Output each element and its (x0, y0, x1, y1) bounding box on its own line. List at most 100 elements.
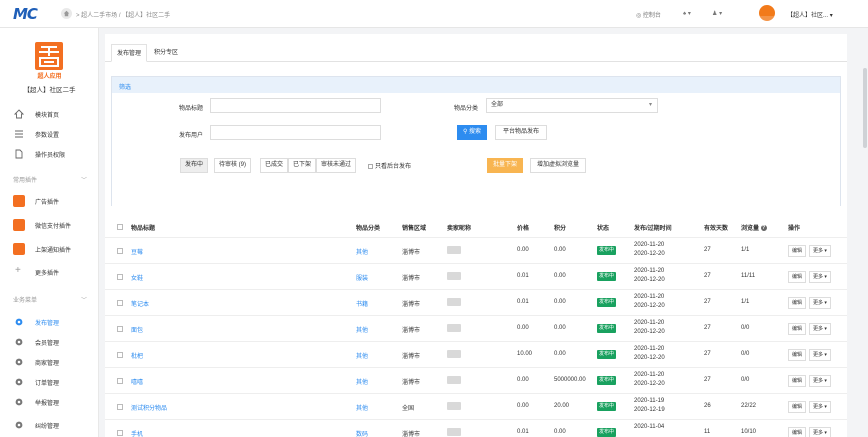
add-virtual-views-button[interactable]: 增加虚拟浏览量 (530, 158, 586, 173)
status-tab-removed[interactable]: 已下架 (288, 158, 317, 173)
status-badge: 发布中 (597, 350, 617, 359)
sidebar-item-notify-plugin[interactable]: 上架通知插件 (0, 239, 99, 259)
user-menu[interactable]: ♟ ▾ (712, 10, 722, 17)
item-title-input[interactable] (210, 98, 381, 113)
notification-menu[interactable]: ♠ ▾ (683, 10, 691, 17)
sidebar-item-wechat-pay-plugin[interactable]: 微信支付插件 (0, 215, 99, 235)
edit-button[interactable]: 编辑 (788, 323, 807, 335)
status-tab-sold[interactable]: 已成交 (260, 158, 289, 173)
cell-title[interactable]: 嘻嘻 (131, 377, 143, 386)
edit-button[interactable]: 编辑 (788, 401, 807, 413)
tab-publish-management[interactable]: 发布管理 (111, 44, 148, 62)
table-row[interactable]: 测试积分物品 其他 全国 0.00 20.00 26 22/22 发布中 2020-11-19 2… (105, 393, 847, 419)
more-dropdown-button[interactable]: 更多 ▾ (809, 401, 831, 413)
row-checkbox[interactable] (117, 430, 123, 436)
more-dropdown-button[interactable]: 更多 ▾ (809, 271, 831, 283)
publish-date: 2020-11-20 (634, 242, 665, 248)
status-tab-publishing[interactable]: 发布中 (180, 158, 209, 173)
sidebar-item-publish-management[interactable]: 发布管理 (0, 312, 99, 332)
batch-remove-button[interactable]: 批量下架 (487, 158, 523, 173)
scrollbar[interactable] (862, 28, 868, 437)
more-dropdown-button[interactable]: 更多 ▾ (809, 375, 831, 387)
cell-title[interactable]: 手机 (131, 429, 143, 437)
sidebar-item-report-management[interactable]: 举报管理 (0, 392, 99, 412)
account-menu[interactable]: 【超人】社区... ▾ (787, 10, 833, 19)
col-views[interactable]: 浏览量 ? (741, 223, 767, 232)
table-row[interactable]: 豆莓 其他 淄博市 0.00 0.00 27 1/1 发布中 2020-11-20 2020-12… (105, 237, 847, 263)
edit-button[interactable]: 编辑 (788, 245, 807, 257)
cell-title[interactable]: 枇杷 (131, 351, 143, 360)
row-checkbox[interactable] (117, 404, 123, 410)
cell-category[interactable]: 其他 (356, 247, 368, 256)
sidebar-item-member-management[interactable]: 会员管理 (0, 332, 99, 352)
cell-category[interactable]: 服装 (356, 273, 368, 282)
publisher-input[interactable] (210, 125, 381, 140)
table-row[interactable]: 嘻嘻 其他 淄博市 0.00 5000000.00 27 0/0 发布中 2020-11-20 2… (105, 367, 847, 393)
col-category: 物品分类 (356, 226, 381, 232)
table-row[interactable]: 女鞋 服装 淄博市 0.01 0.00 27 11/11 发布中 2020-11-20 2020-… (105, 263, 847, 289)
filter-panel: 筛选 物品标题 物品分类 全部 ▾ 发布用户 ⚲ 搜索 平台物品发布 发布中 待… (105, 64, 847, 224)
plugin-icon (13, 219, 25, 231)
cell-title[interactable]: 豆莓 (131, 247, 143, 256)
category-select[interactable]: 全部 ▾ (486, 98, 658, 113)
cell-category[interactable]: 其他 (356, 325, 368, 334)
edit-button[interactable]: 编辑 (788, 375, 807, 387)
cell-title[interactable]: 测试积分物品 (131, 403, 167, 412)
tab-points-zone[interactable]: 积分专区 (149, 44, 183, 62)
brand-logo[interactable]: MC (13, 5, 38, 23)
section-common-plugins[interactable]: 常用插件 ﹀ (0, 171, 99, 187)
cell-title[interactable]: 女鞋 (131, 273, 143, 282)
edit-button[interactable]: 编辑 (788, 349, 807, 361)
cell-category[interactable]: 其他 (356, 351, 368, 360)
scrollbar-thumb[interactable] (863, 68, 867, 148)
table-row[interactable]: 枇杷 其他 淄博市 10.00 0.00 27 0/0 发布中 2020-11-20 2020-1… (105, 341, 847, 367)
expire-date: 2020-12-20 (634, 329, 665, 335)
row-checkbox[interactable] (117, 352, 123, 358)
search-button[interactable]: ⚲ 搜索 (457, 125, 487, 140)
only-backend-checkbox[interactable]: 只看后台发布 (368, 161, 411, 170)
cell-category[interactable]: 书籍 (356, 299, 368, 308)
sidebar-item-merchant-management[interactable]: 商家管理 (0, 352, 99, 372)
row-checkbox[interactable] (117, 274, 123, 280)
account-avatar[interactable] (759, 5, 775, 21)
console-link[interactable]: ◎ 控制台 (636, 10, 661, 19)
cell-category[interactable]: 其他 (356, 377, 368, 386)
select-all-checkbox[interactable] (117, 224, 123, 230)
sidebar-item-ad-plugin[interactable]: 广告插件 (0, 191, 99, 211)
edit-button[interactable]: 编辑 (788, 297, 807, 309)
tabs-bar: 发布管理 积分专区 (105, 34, 847, 64)
more-dropdown-button[interactable]: 更多 ▾ (809, 323, 831, 335)
sidebar-item-permissions[interactable]: 操作员权限 (0, 144, 99, 164)
edit-button[interactable]: 编辑 (788, 271, 807, 283)
row-checkbox[interactable] (117, 300, 123, 306)
sidebar-item-dispute-management[interactable]: 纠纷管理 (0, 415, 99, 435)
row-checkbox[interactable] (117, 248, 123, 254)
table-row[interactable]: 笔记本 书籍 淄博市 0.01 0.00 27 1/1 发布中 2020-11-20 2020-1… (105, 289, 847, 315)
cell-category[interactable]: 其他 (356, 403, 368, 412)
row-checkbox[interactable] (117, 378, 123, 384)
status-tab-pending[interactable]: 待审核 (9) (214, 158, 252, 173)
gear-icon (15, 358, 23, 366)
sidebar-item-order-management[interactable]: 订单管理 (0, 372, 99, 392)
more-dropdown-button[interactable]: 更多 ▾ (809, 297, 831, 309)
edit-button[interactable]: 编辑 (788, 427, 807, 437)
table-row[interactable]: 面包 其他 淄博市 0.00 0.00 27 0/0 发布中 2020-11-20 2020-12… (105, 315, 847, 341)
row-checkbox[interactable] (117, 326, 123, 332)
sidebar-item-more-plugins[interactable]: + 更多插件 (0, 262, 99, 282)
status-tab-rejected[interactable]: 审核未通过 (316, 158, 357, 173)
more-dropdown-button[interactable]: 更多 ▾ (809, 245, 831, 257)
table-row[interactable]: 手机 数码 淄博市 0.01 0.00 11 10/10 发布中 2020-11-04 编辑 更多 … (105, 419, 847, 437)
home-icon[interactable] (61, 8, 72, 19)
more-dropdown-button[interactable]: 更多 ▾ (809, 349, 831, 361)
platform-publish-button[interactable]: 平台物品发布 (495, 125, 547, 140)
cell-category[interactable]: 数码 (356, 429, 368, 437)
sidebar-item-settings[interactable]: 参数设置 (0, 124, 99, 144)
sidebar-item-module-home[interactable]: 模块首页 (0, 104, 99, 124)
more-dropdown-button[interactable]: 更多 ▾ (809, 427, 831, 437)
cell-title[interactable]: 笔记本 (131, 299, 149, 308)
cell-views: 0/0 (741, 377, 750, 383)
section-business-menu[interactable]: 业务菜单 ﹀ (0, 291, 99, 307)
cell-title[interactable]: 面包 (131, 325, 143, 334)
seller-nickname-redacted (447, 428, 461, 436)
expire-date: 2020-12-20 (634, 251, 665, 257)
